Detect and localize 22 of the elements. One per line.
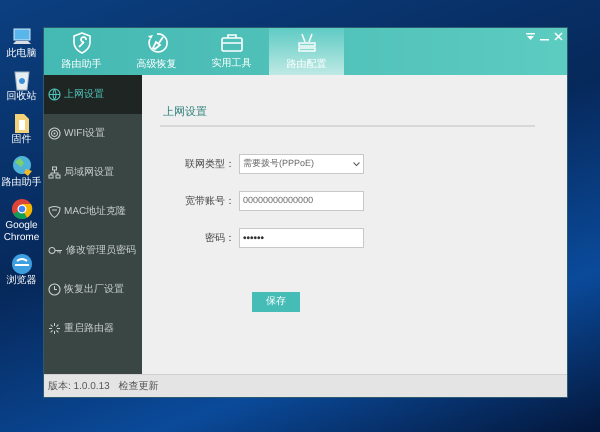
desktop-icon-label[interactable]: 固件: [12, 134, 32, 146]
sidebar-item[interactable]: 上网设置: [44, 75, 142, 114]
desktop-icon-label[interactable]: Google Chrome: [0, 220, 42, 244]
sidebar-item[interactable]: 恢复出厂设置: [44, 270, 142, 309]
password-field[interactable]: ••••••: [239, 228, 364, 248]
check-update-link[interactable]: 检查更新: [118, 378, 159, 394]
sidebar-item[interactable]: 修改管理员密码: [44, 231, 142, 270]
version-label: 版本: 1.0.0.13: [48, 380, 110, 394]
sidebar-item[interactable]: MAC地址克隆: [44, 192, 142, 231]
desktop-icon-label[interactable]: 此电脑: [6, 48, 36, 60]
field-label: 联网类型：: [184, 158, 236, 172]
sidebar-item[interactable]: 重启路由器: [44, 309, 142, 348]
field-label: 密码：: [204, 232, 236, 246]
dropdown-field[interactable]: 需要拨号(PPPoE): [239, 154, 364, 174]
section-title: 上网设置: [163, 106, 207, 118]
desktop-icon-label[interactable]: 回收站: [6, 91, 36, 103]
input-field[interactable]: 00000000000000: [239, 191, 364, 211]
field-label: 宽带账号：: [184, 194, 236, 208]
sidebar-item[interactable]: WIFI设置: [44, 114, 142, 153]
sidebar-item[interactable]: 局域网设置: [44, 153, 142, 192]
desktop-icon-label[interactable]: 浏览器: [6, 275, 36, 287]
desktop-icon-label[interactable]: 路由助手: [2, 177, 42, 189]
